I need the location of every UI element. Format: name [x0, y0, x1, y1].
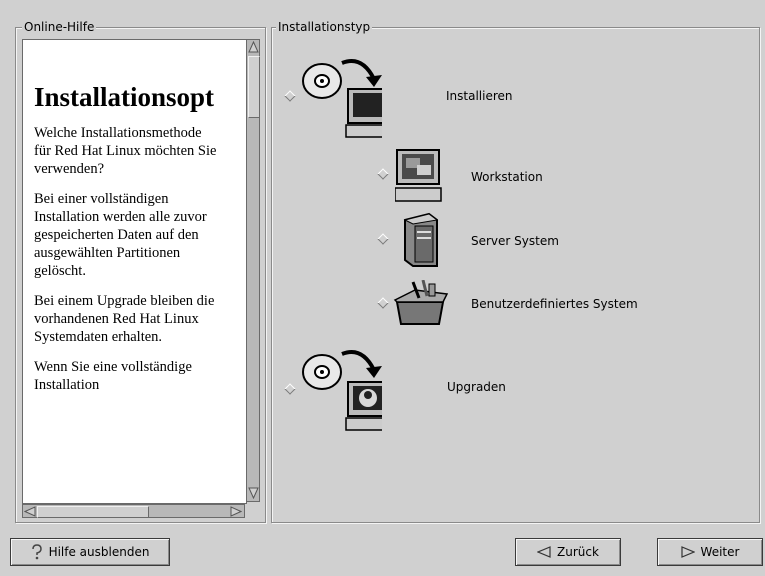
help-text-view[interactable]: Installationsopt Welche Installationsmet… [22, 39, 247, 504]
custom-radio[interactable] [377, 297, 389, 309]
left-triangle-icon [537, 546, 551, 558]
scroll-up-icon[interactable] [248, 41, 259, 53]
install-type-title: Installationstyp [276, 20, 373, 34]
hide-help-button[interactable]: Hilfe ausblenden [10, 538, 170, 566]
back-label: Zurück [557, 545, 599, 559]
help-horizontal-scroll-thumb[interactable] [37, 506, 149, 518]
server-radio[interactable] [377, 233, 389, 245]
next-label: Weiter [700, 545, 740, 559]
help-horizontal-scrollbar[interactable] [22, 504, 245, 518]
toolbox-icon [393, 280, 449, 325]
question-icon [31, 544, 42, 560]
help-panel: Online-Hilfe Installationsopt Welche Ins… [15, 20, 266, 523]
scroll-down-icon[interactable] [248, 487, 259, 499]
help-paragraph: Bei einem Upgrade bleiben die vorhandene… [34, 293, 215, 345]
scroll-right-icon[interactable] [230, 506, 242, 517]
upgrade-cd-computer-icon [302, 350, 382, 431]
upgrade-label[interactable]: Upgraden [447, 380, 506, 394]
install-label[interactable]: Installieren [446, 89, 513, 103]
install-type-panel: Installationstyp Installieren Workstatio… [271, 20, 760, 523]
custom-label[interactable]: Benutzerdefiniertes System [471, 297, 638, 311]
back-button[interactable]: Zurück [515, 538, 621, 566]
upgrade-radio[interactable] [284, 383, 296, 395]
help-vertical-scrollbar[interactable] [246, 39, 260, 502]
hide-help-label: Hilfe ausblenden [48, 545, 150, 559]
right-triangle-icon [680, 546, 695, 558]
workstation-label[interactable]: Workstation [471, 170, 543, 184]
help-paragraph: Welche Installationsmethode für Red Hat … [34, 125, 217, 177]
workstation-icon [395, 149, 442, 202]
server-tower-icon [403, 212, 439, 267]
server-label[interactable]: Server System [471, 234, 559, 248]
help-vertical-scroll-thumb[interactable] [248, 56, 260, 118]
install-cd-computer-icon [302, 59, 382, 138]
help-heading: Installationsopt [34, 82, 215, 112]
install-radio[interactable] [284, 90, 296, 102]
help-panel-title: Online-Hilfe [22, 20, 97, 34]
help-paragraph: Wenn Sie eine vollständige Installation [34, 359, 192, 393]
next-button[interactable]: Weiter [657, 538, 763, 566]
workstation-radio[interactable] [377, 168, 389, 180]
scroll-left-icon[interactable] [24, 506, 36, 517]
help-paragraph: Bei einer vollständigen Installation wer… [34, 191, 207, 279]
